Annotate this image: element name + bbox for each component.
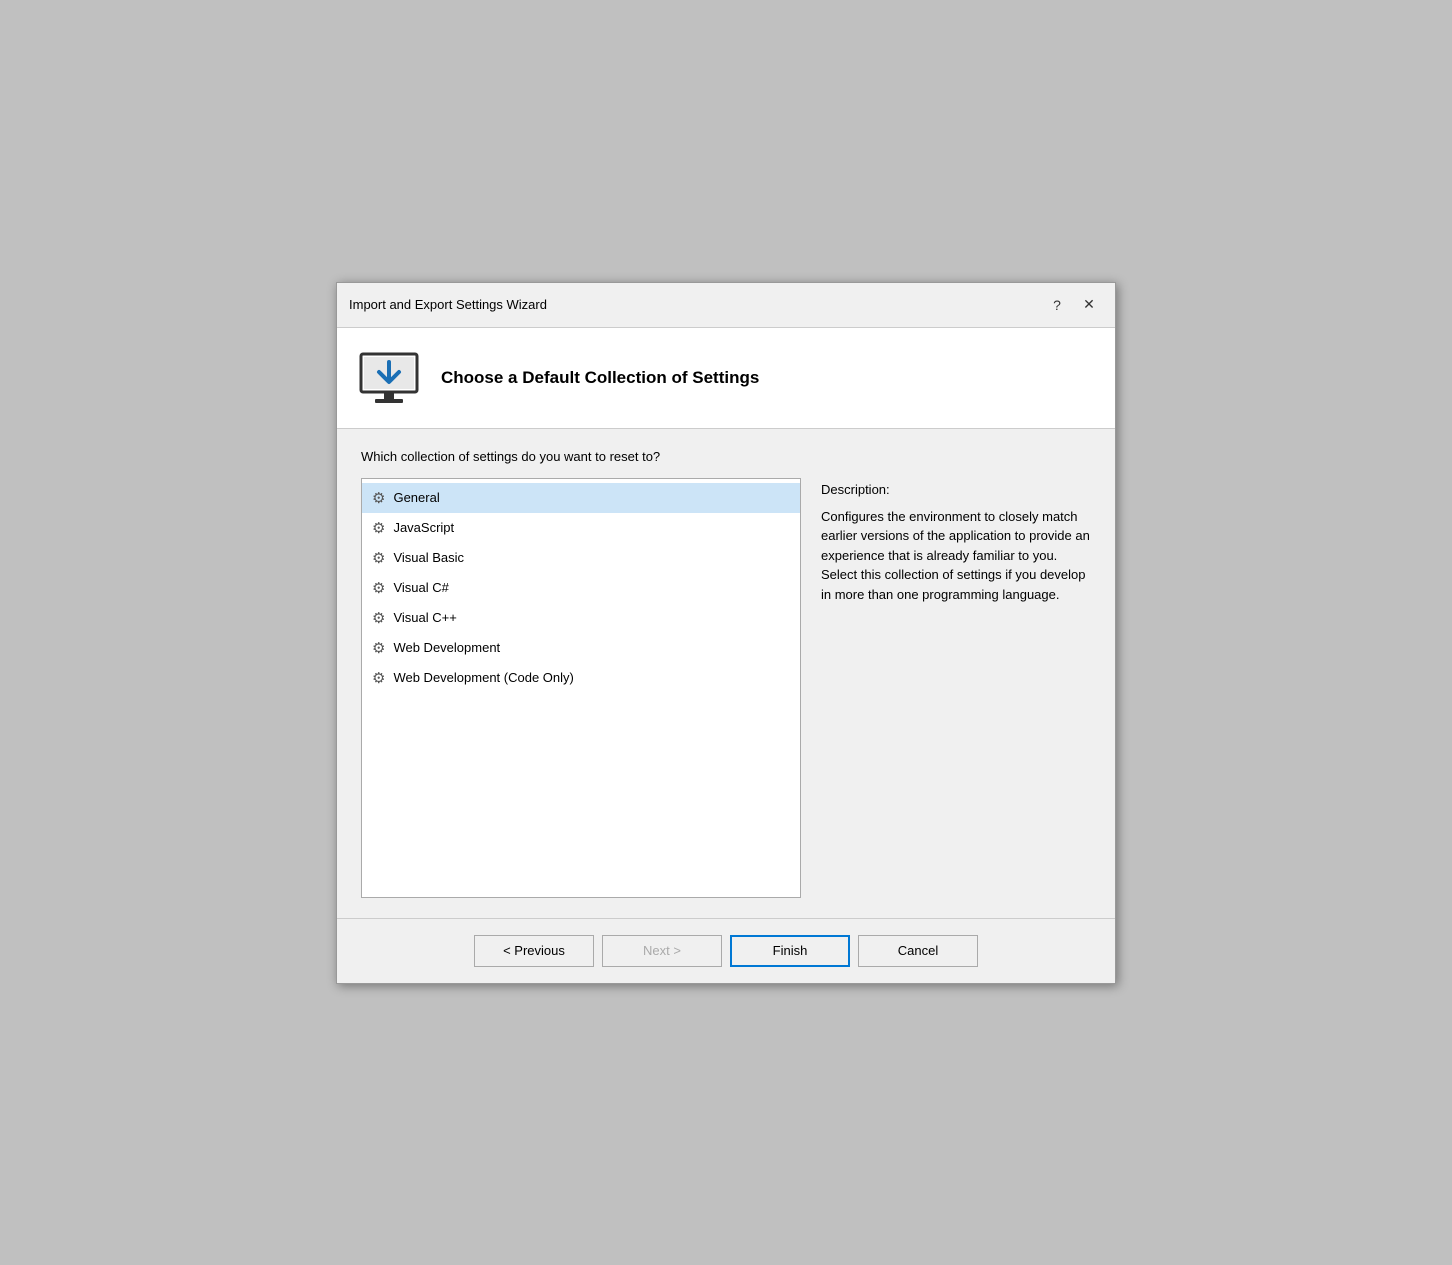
list-item-web-development-code-only[interactable]: ⚙ Web Development (Code Only) [362,663,800,693]
list-item-label: Visual Basic [393,550,464,565]
list-item-visual-basic[interactable]: ⚙ Visual Basic [362,543,800,573]
description-panel: Description: Configures the environment … [821,478,1091,898]
list-item-web-development[interactable]: ⚙ Web Development [362,633,800,663]
gear-icon: ⚙ [372,489,385,507]
list-item-label: Web Development (Code Only) [393,670,573,685]
help-button[interactable]: ? [1043,291,1071,319]
gear-icon: ⚙ [372,519,385,537]
list-item-general[interactable]: ⚙ General [362,483,800,513]
close-button[interactable]: ✕ [1075,291,1103,319]
title-bar-controls: ? ✕ [1043,291,1103,319]
header-section: Choose a Default Collection of Settings [337,328,1115,429]
list-item-visual-cpp[interactable]: ⚙ Visual C++ [362,603,800,633]
content-body: ⚙ General ⚙ JavaScript ⚙ Visual Basic ⚙ Visual … [361,478,1091,898]
list-item-label: JavaScript [393,520,454,535]
list-item-visual-csharp[interactable]: ⚙ Visual C# [362,573,800,603]
description-label: Description: [821,482,1091,497]
gear-icon: ⚙ [372,549,385,567]
finish-button[interactable]: Finish [730,935,850,967]
list-item-label: Visual C++ [393,610,456,625]
content-section: Which collection of settings do you want… [337,429,1115,918]
gear-icon: ⚙ [372,669,385,687]
settings-list[interactable]: ⚙ General ⚙ JavaScript ⚙ Visual Basic ⚙ Visual … [361,478,801,898]
dialog-window: Import and Export Settings Wizard ? ✕ Ch… [336,282,1116,984]
footer-section: < Previous Next > Finish Cancel [337,918,1115,983]
next-button[interactable]: Next > [602,935,722,967]
wizard-icon [357,346,421,410]
list-item-label: Web Development [393,640,500,655]
list-item-javascript[interactable]: ⚙ JavaScript [362,513,800,543]
gear-icon: ⚙ [372,609,385,627]
list-item-label: General [393,490,439,505]
list-item-label: Visual C# [393,580,448,595]
question-text: Which collection of settings do you want… [361,449,1091,464]
cancel-button[interactable]: Cancel [858,935,978,967]
previous-button[interactable]: < Previous [474,935,594,967]
description-text: Configures the environment to closely ma… [821,507,1091,605]
window-title: Import and Export Settings Wizard [349,297,547,312]
header-title: Choose a Default Collection of Settings [441,368,759,388]
gear-icon: ⚙ [372,639,385,657]
title-bar: Import and Export Settings Wizard ? ✕ [337,283,1115,328]
gear-icon: ⚙ [372,579,385,597]
